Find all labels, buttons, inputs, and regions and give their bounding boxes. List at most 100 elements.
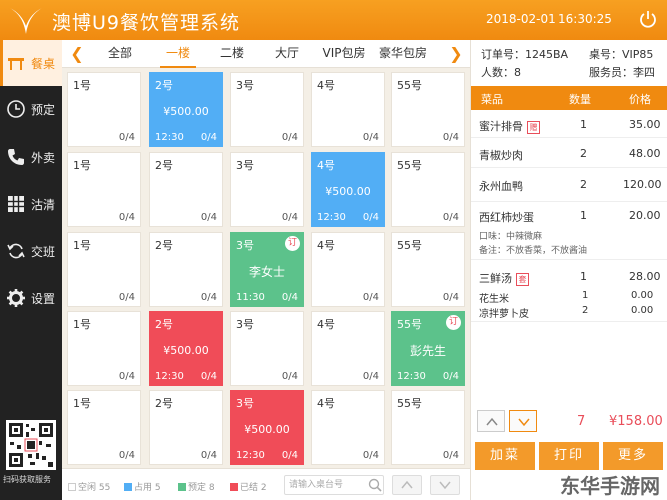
order-item[interactable]: 三鲜汤套 1 28.00 花生米 1 0.00 凉拌萝卜皮 2 0.00 bbox=[471, 260, 667, 322]
sidebar-item-label: 设置 bbox=[31, 292, 56, 306]
sub-item-qty: 1 bbox=[582, 290, 589, 301]
sidebar-item-takeout[interactable]: 外卖 bbox=[0, 134, 62, 180]
print-button[interactable]: 打印 bbox=[539, 442, 599, 470]
table-capacity: 0/4 bbox=[118, 371, 135, 382]
table-capacity: 0/4 bbox=[362, 450, 379, 461]
table-tile[interactable]: 3号 0/4 bbox=[230, 72, 304, 147]
phone-icon bbox=[8, 149, 24, 165]
table-tile[interactable]: 3号 0/4 bbox=[230, 311, 304, 386]
legend-free: 空闲 55 bbox=[68, 480, 110, 493]
table-tile[interactable]: 1号 0/4 bbox=[67, 232, 141, 307]
table-tile[interactable]: 55号 0/4 bbox=[391, 72, 465, 147]
table-number: 1号 bbox=[73, 397, 91, 410]
table-tile[interactable]: 55号 0/4 bbox=[391, 152, 465, 227]
table-capacity: 0/4 bbox=[442, 292, 459, 303]
order-number: 订单号：1245BA bbox=[481, 48, 569, 61]
table-number: 1号 bbox=[73, 79, 91, 92]
table-time: 12:30 bbox=[397, 371, 426, 382]
table-time: 11:30 bbox=[236, 292, 265, 303]
watermark: 东华手游网 bbox=[560, 474, 660, 498]
sidebar-item-settings[interactable]: 设置 bbox=[0, 275, 62, 321]
table-tile[interactable]: 2号 0/4 bbox=[149, 152, 223, 227]
tab-deluxe-room[interactable]: 豪华包房 bbox=[374, 40, 432, 68]
table-number: 55号 bbox=[397, 239, 422, 252]
page-down-button[interactable] bbox=[430, 475, 460, 495]
table-number: 3号 bbox=[236, 239, 254, 252]
table-number: 2号 bbox=[155, 239, 173, 252]
scroll-down-button[interactable] bbox=[509, 410, 537, 432]
table-number: 2号 bbox=[155, 79, 173, 92]
table-capacity: 0/4 bbox=[118, 132, 135, 143]
tab-prev-button[interactable]: ❮ bbox=[66, 40, 88, 68]
table-capacity: 0/4 bbox=[362, 292, 379, 303]
more-button[interactable]: 更多 bbox=[603, 442, 663, 470]
app-title: 澳博U9餐饮管理系统 bbox=[52, 12, 240, 34]
tab-vip-room[interactable]: VIP包房 bbox=[316, 40, 372, 68]
table-tile[interactable]: 3号 李女士订 11:30 0/4 bbox=[230, 232, 304, 307]
table-tile[interactable]: 4号 0/4 bbox=[311, 232, 385, 307]
table-tile[interactable]: 2号 0/4 bbox=[149, 390, 223, 465]
table-tile[interactable]: 1号 0/4 bbox=[67, 390, 141, 465]
sidebar: 餐桌 预定 外卖 沽清 交班 设置 扫码获取服务 bbox=[0, 40, 62, 500]
sidebar-item-soldout[interactable]: 沽清 bbox=[0, 181, 62, 227]
table-capacity: 0/4 bbox=[118, 450, 135, 461]
order-item[interactable]: 永州血鸭 2 120.00 bbox=[471, 168, 667, 202]
order-table-header: 菜品 数量 价格 bbox=[471, 86, 667, 110]
table-tile[interactable]: 2号 0/4 bbox=[149, 232, 223, 307]
table-tile[interactable]: 3号 ¥500.00 12:30 0/4 bbox=[230, 390, 304, 465]
table-tile[interactable]: 55号 彭先生订 12:30 0/4 bbox=[391, 311, 465, 386]
item-price: 28.00 bbox=[629, 270, 661, 283]
table-number: 3号 bbox=[236, 397, 254, 410]
table-tile[interactable]: 2号 ¥500.00 12:30 0/4 bbox=[149, 311, 223, 386]
people-count: 人数：8 bbox=[481, 66, 521, 79]
tab-all[interactable]: 全部 bbox=[94, 40, 146, 68]
status-bar: 空闲 55 占用 5 预定 8 已结 2 请输入桌台号 bbox=[62, 468, 470, 500]
tab-second-floor[interactable]: 二楼 bbox=[206, 40, 258, 68]
item-price: 20.00 bbox=[629, 209, 661, 222]
order-item[interactable]: 蜜汁排骨赠 1 35.00 bbox=[471, 110, 667, 138]
table-capacity: 0/4 bbox=[442, 132, 459, 143]
item-name: 西红柿炒蛋 bbox=[479, 211, 534, 224]
reserved-badge: 订 bbox=[446, 315, 461, 330]
tab-next-button[interactable]: ❯ bbox=[445, 40, 467, 68]
table-tile[interactable]: 4号 0/4 bbox=[311, 311, 385, 386]
table-capacity: 0/4 bbox=[200, 371, 217, 382]
tab-hall[interactable]: 大厅 bbox=[262, 40, 312, 68]
table-capacity: 0/4 bbox=[200, 292, 217, 303]
table-number: 55号 bbox=[397, 318, 422, 331]
chevron-up-icon bbox=[486, 417, 498, 426]
order-item[interactable]: 青椒炒肉 2 48.00 bbox=[471, 138, 667, 168]
chevron-down-icon bbox=[439, 481, 451, 490]
table-tile[interactable]: 55号 0/4 bbox=[391, 232, 465, 307]
table-tile[interactable]: 4号 0/4 bbox=[311, 390, 385, 465]
table-tile[interactable]: 1号 0/4 bbox=[67, 72, 141, 147]
order-item[interactable]: 西红柿炒蛋 1 20.00 口味：中辣微麻 备注：不放香菜，不放酱油 bbox=[471, 202, 667, 260]
search-icon[interactable] bbox=[368, 478, 382, 492]
add-dish-button[interactable]: 加菜 bbox=[475, 442, 535, 470]
order-panel: 订单号：1245BA 桌号：VIP85 人数：8 服务员：李四 菜品 数量 价格… bbox=[470, 40, 667, 500]
table-capacity: 0/4 bbox=[442, 450, 459, 461]
tab-first-floor[interactable]: 一楼 bbox=[152, 40, 204, 68]
table-number: 2号 bbox=[155, 318, 173, 331]
scroll-up-button[interactable] bbox=[477, 410, 505, 432]
page-up-button[interactable] bbox=[392, 475, 422, 495]
sidebar-item-reservation[interactable]: 预定 bbox=[0, 86, 62, 132]
table-tile[interactable]: 4号 0/4 bbox=[311, 72, 385, 147]
table-tile[interactable]: 55号 0/4 bbox=[391, 390, 465, 465]
guest-name: 彭先生 bbox=[409, 344, 446, 358]
set-tag: 套 bbox=[516, 273, 529, 286]
chevron-down-icon bbox=[518, 418, 530, 427]
table-tile[interactable]: 4号 ¥500.00 12:30 0/4 bbox=[311, 152, 385, 227]
table-tile[interactable]: 3号 0/4 bbox=[230, 152, 304, 227]
sidebar-item-shift[interactable]: 交班 bbox=[0, 228, 62, 274]
table-capacity: 0/4 bbox=[362, 132, 379, 143]
table-tile[interactable]: 2号 ¥500.00 12:30 0/4 bbox=[149, 72, 223, 147]
sidebar-item-tables[interactable]: 餐桌 bbox=[0, 40, 62, 86]
table-tile[interactable]: 1号 0/4 bbox=[67, 152, 141, 227]
clock-icon bbox=[7, 100, 25, 118]
table-tile[interactable]: 1号 0/4 bbox=[67, 311, 141, 386]
header-qty: 数量 bbox=[569, 93, 591, 106]
area-tab-bar: ❮ 全部 一楼 二楼 大厅 VIP包房 豪华包房 ❯ bbox=[62, 40, 470, 68]
power-icon[interactable] bbox=[638, 9, 658, 29]
item-qty: 1 bbox=[580, 209, 587, 222]
